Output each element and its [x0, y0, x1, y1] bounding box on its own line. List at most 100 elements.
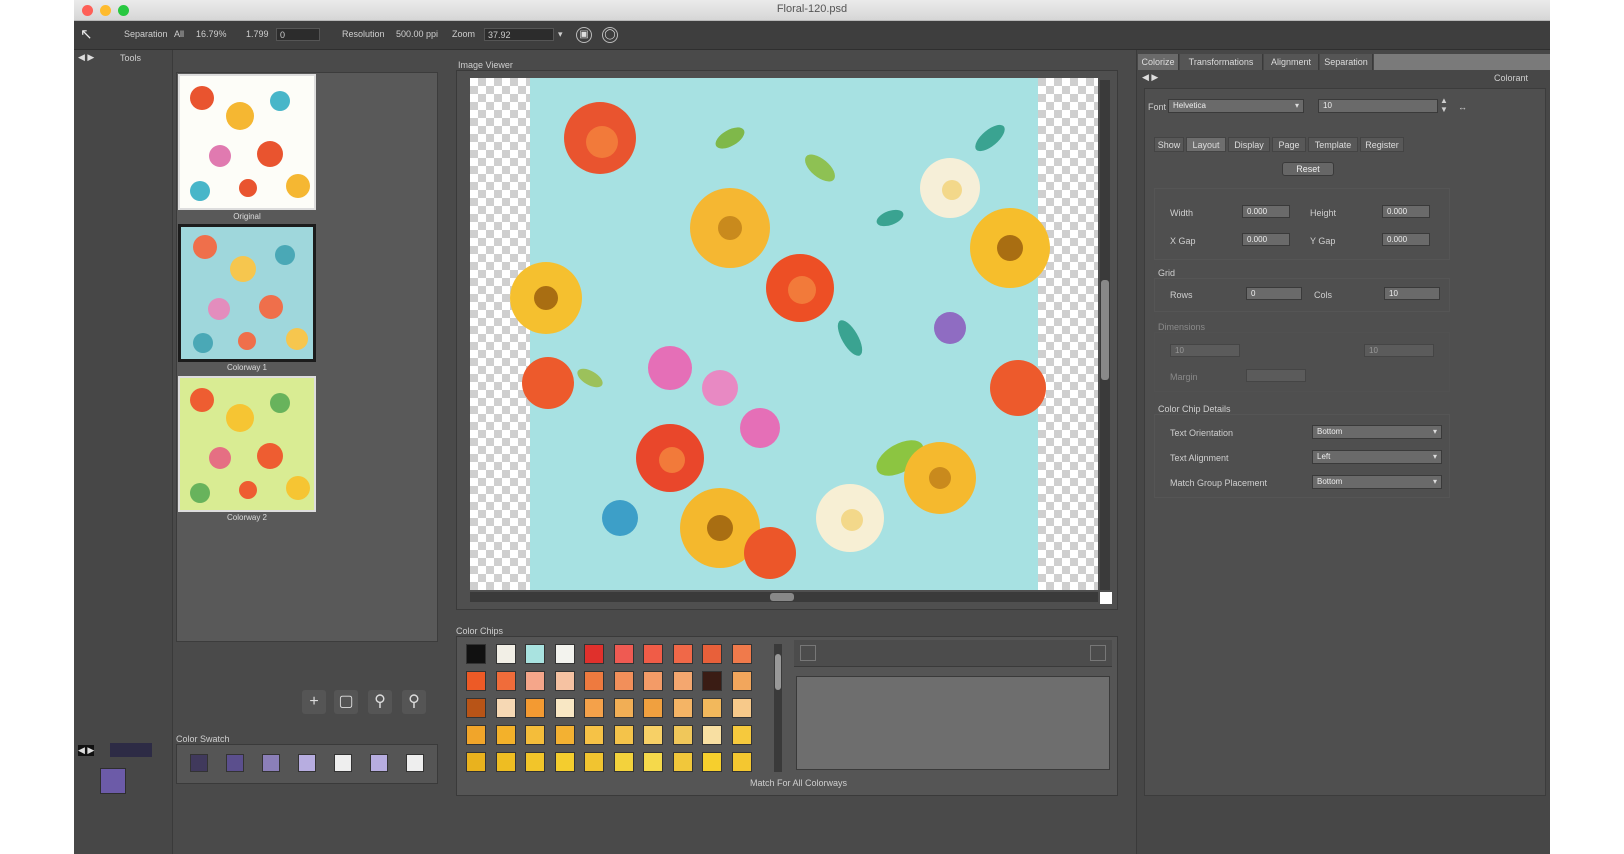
swatch-6[interactable]	[370, 754, 388, 772]
image-canvas[interactable]	[470, 78, 1098, 590]
color-chip[interactable]	[554, 698, 575, 718]
color-chip[interactable]	[554, 671, 575, 691]
color-chip[interactable]	[702, 644, 722, 664]
color-chip[interactable]	[466, 752, 486, 772]
color-chip[interactable]	[466, 725, 486, 745]
color-chip[interactable]	[525, 698, 545, 718]
swatch-4[interactable]	[298, 754, 316, 772]
zoom-in-icon[interactable]: ⚲	[368, 690, 392, 714]
percent-value[interactable]: 16.79%	[196, 29, 227, 39]
vertical-scroll-thumb[interactable]	[1101, 280, 1109, 380]
color-chip[interactable]	[525, 644, 545, 664]
subtab-page[interactable]: Page	[1272, 137, 1306, 152]
chip-grid-scrollbar[interactable]	[774, 644, 782, 772]
color-chip[interactable]	[466, 671, 486, 691]
subtab-show[interactable]: Show	[1154, 137, 1184, 152]
vertical-scrollbar[interactable]	[1100, 80, 1110, 590]
tab-separation[interactable]: Separation	[1320, 54, 1373, 70]
separation-select[interactable]: All	[174, 29, 184, 39]
text-orientation-select[interactable]: Bottom	[1312, 425, 1442, 439]
color-chip[interactable]	[495, 725, 516, 745]
color-chip[interactable]	[495, 698, 516, 718]
color-chip[interactable]	[731, 644, 752, 664]
cols-field[interactable]: 10	[1384, 287, 1440, 300]
subtab-template[interactable]: Template	[1308, 137, 1358, 152]
match-group-placement-select[interactable]: Bottom	[1312, 475, 1442, 489]
add-colorway-button[interactable]: +	[302, 690, 326, 714]
swatch-1[interactable]	[190, 754, 208, 772]
swatch-2[interactable]	[226, 754, 244, 772]
dimension-field-a[interactable]: 10	[1170, 344, 1240, 357]
color-chip[interactable]	[672, 752, 693, 772]
color-chip[interactable]	[495, 752, 516, 772]
resolution-value[interactable]: 500.00 ppi	[396, 29, 438, 39]
color-chip[interactable]	[525, 725, 545, 745]
height-field[interactable]: 0.000	[1382, 205, 1430, 218]
value-b-field[interactable]: 0	[276, 28, 320, 41]
color-chip[interactable]	[672, 698, 693, 718]
tab-colorize[interactable]: Colorize	[1138, 54, 1179, 70]
color-chip[interactable]	[584, 725, 604, 745]
current-color-chip[interactable]	[100, 768, 126, 794]
tab-alignment[interactable]: Alignment	[1264, 54, 1319, 70]
color-chip[interactable]	[643, 752, 663, 772]
color-chip[interactable]	[731, 752, 752, 772]
horizontal-scroll-thumb[interactable]	[770, 593, 794, 601]
swatch-5[interactable]	[334, 754, 352, 772]
color-chip[interactable]	[643, 644, 663, 664]
color-chip[interactable]	[525, 752, 545, 772]
zoom-stepper-icon[interactable]: ▾	[558, 29, 563, 40]
rows-field[interactable]: 0	[1246, 287, 1302, 300]
color-chip[interactable]	[613, 671, 634, 691]
font-size-unit-icon[interactable]: ↔	[1458, 102, 1467, 112]
color-chip[interactable]	[554, 725, 575, 745]
color-chip[interactable]	[672, 671, 693, 691]
color-chip[interactable]	[584, 698, 604, 718]
color-chip[interactable]	[613, 644, 634, 664]
color-chip[interactable]	[731, 698, 752, 718]
fit-view-button[interactable]: ▣	[576, 27, 592, 43]
color-chip[interactable]	[613, 752, 634, 772]
width-field[interactable]: 0.000	[1242, 205, 1290, 218]
font-select[interactable]: Helvetica	[1168, 99, 1304, 113]
color-chip[interactable]	[613, 725, 634, 745]
color-chip[interactable]	[672, 644, 693, 664]
horizontal-scrollbar[interactable]	[470, 592, 1098, 602]
subtab-display[interactable]: Display	[1228, 137, 1270, 152]
color-chip[interactable]	[584, 644, 604, 664]
tab-transformations[interactable]: Transformations	[1180, 54, 1263, 70]
color-chip[interactable]	[613, 698, 634, 718]
zoom-field[interactable]: 37.92	[484, 28, 554, 41]
chip-detail-right-icon[interactable]	[1090, 645, 1106, 661]
color-chip[interactable]	[702, 671, 722, 691]
reset-button[interactable]: Reset	[1282, 162, 1334, 176]
color-chip[interactable]	[672, 725, 693, 745]
text-alignment-select[interactable]: Left	[1312, 450, 1442, 464]
chip-grid-scroll-thumb[interactable]	[775, 654, 781, 690]
font-size-stepper-icon[interactable]: ▲ ▼	[1440, 96, 1448, 114]
subtab-layout[interactable]: Layout	[1186, 137, 1226, 152]
color-chip[interactable]	[702, 725, 722, 745]
right-panel-arrows-icon[interactable]: ◀ ▶	[1142, 72, 1158, 83]
color-chip[interactable]	[702, 698, 722, 718]
match-all-colorways-label[interactable]: Match For All Colorways	[750, 778, 847, 788]
color-chip[interactable]	[495, 671, 516, 691]
thumbnail-colorway-2[interactable]	[178, 376, 316, 512]
color-chip[interactable]	[702, 752, 722, 772]
margin-field[interactable]	[1246, 369, 1306, 382]
color-chip[interactable]	[731, 671, 752, 691]
thumbnail-colorway-1[interactable]	[178, 224, 316, 362]
color-chip[interactable]	[584, 671, 604, 691]
panel-arrows-icon[interactable]: ◀ ▶	[78, 52, 94, 63]
color-chip[interactable]	[525, 671, 545, 691]
swatch-7[interactable]	[406, 754, 424, 772]
subtab-register[interactable]: Register	[1360, 137, 1404, 152]
color-chip[interactable]	[554, 644, 575, 664]
color-chip[interactable]	[643, 671, 663, 691]
pointer-tool-icon[interactable]: ↖	[80, 25, 93, 43]
color-chip[interactable]	[584, 752, 604, 772]
color-chip[interactable]	[495, 644, 516, 664]
value-a[interactable]: 1.799	[246, 29, 269, 39]
delete-colorway-button[interactable]: ▢	[334, 690, 358, 714]
color-chip[interactable]	[554, 752, 575, 772]
